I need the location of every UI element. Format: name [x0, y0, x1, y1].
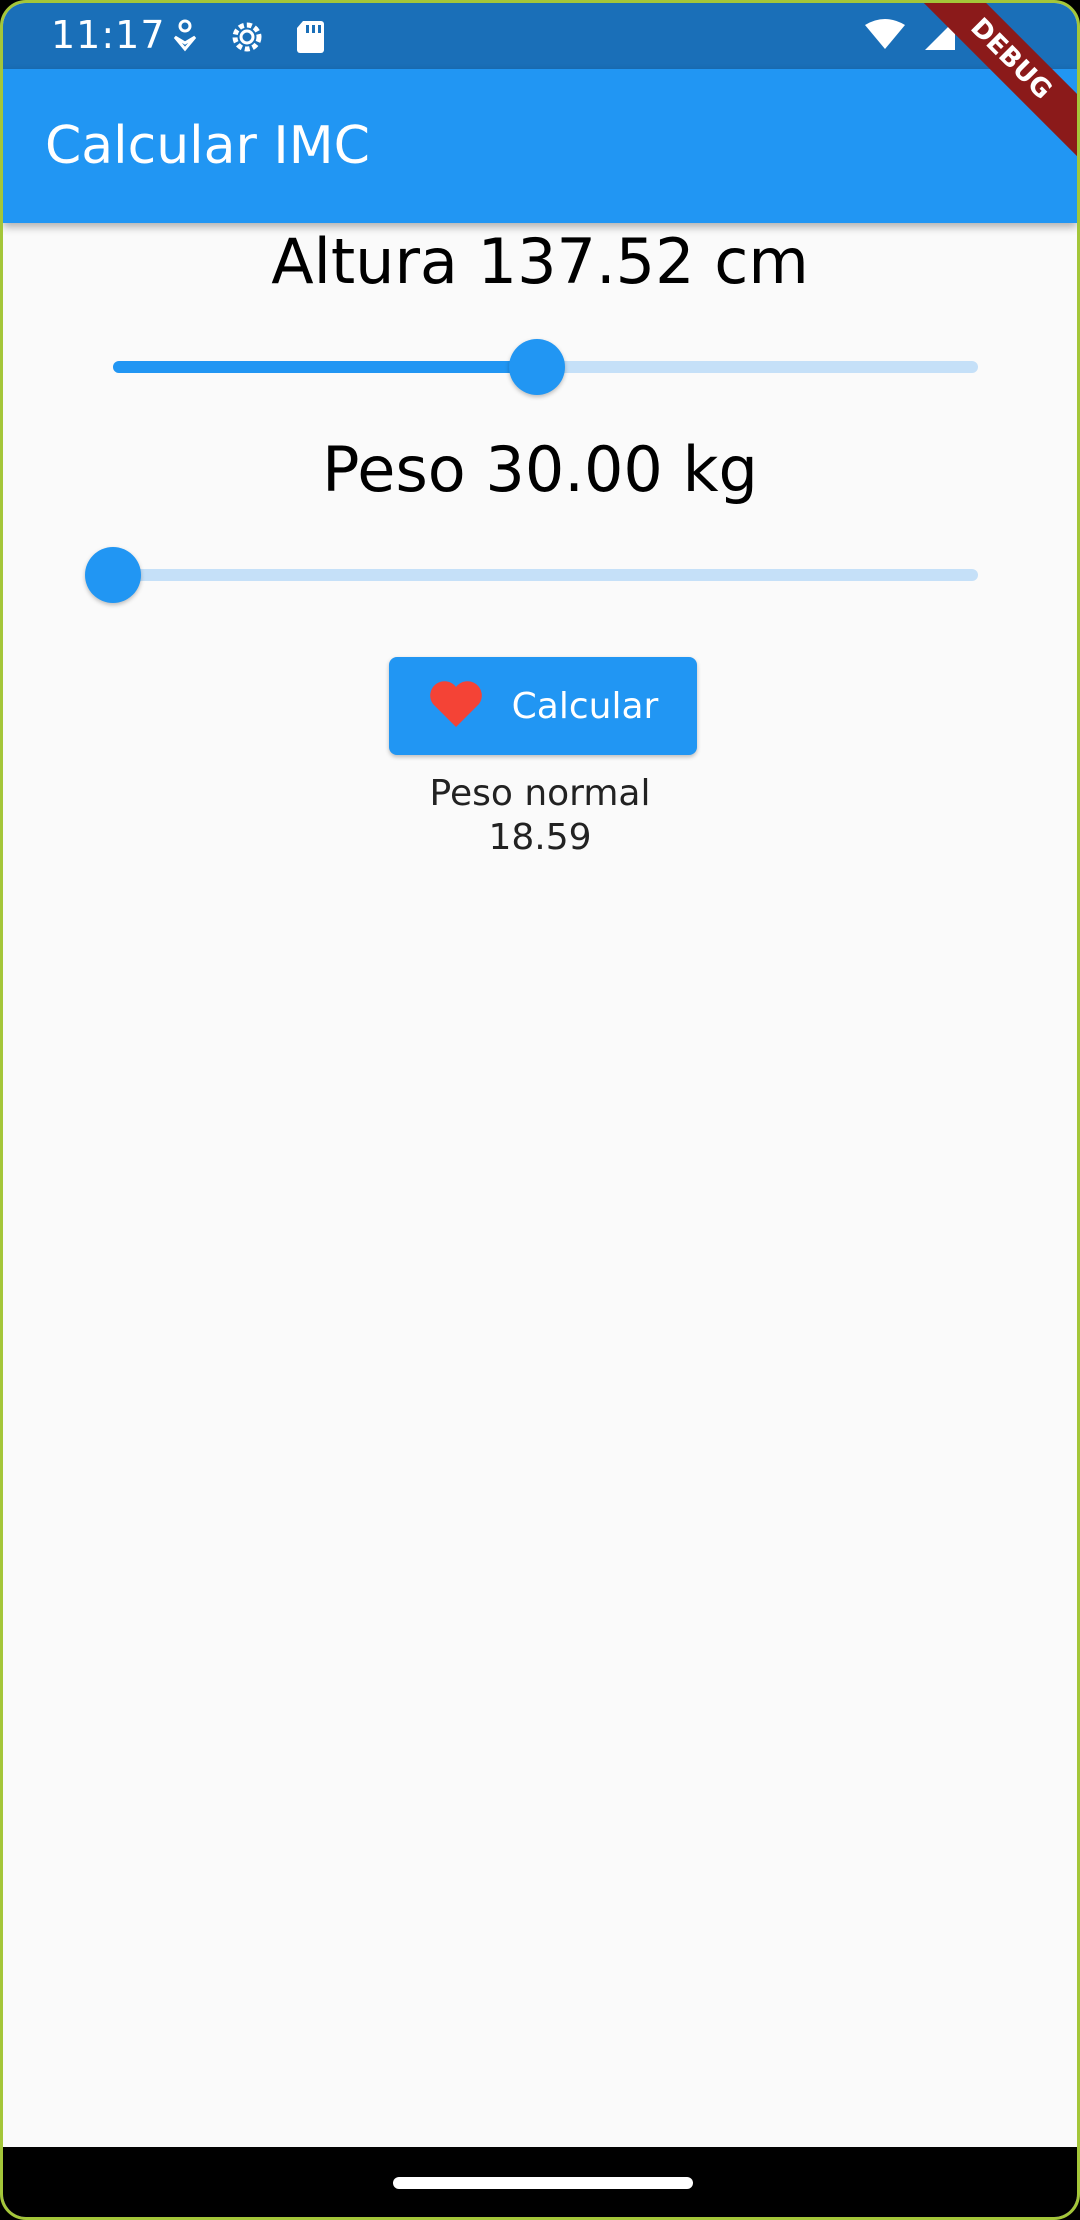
altura-label: Altura 137.52 cm [271, 225, 809, 298]
system-nav-bar [3, 2147, 1077, 2217]
altura-slider-thumb[interactable] [508, 339, 565, 395]
status-time: 11:17 [51, 13, 166, 57]
peso-slider-thumb[interactable] [85, 547, 141, 603]
settings-gear-icon [227, 17, 267, 61]
status-bar: 11:17 [3, 3, 1077, 69]
altura-slider-fill [113, 361, 537, 373]
home-gesture-handle[interactable] [393, 2177, 693, 2189]
accessibility-icon [171, 19, 199, 59]
status-icons-left [171, 17, 325, 61]
page-title: Calcular IMC [45, 116, 370, 176]
peso-slider-track [113, 569, 978, 581]
app-bar: Calcular IMC [3, 69, 1077, 223]
sd-card-icon [295, 19, 325, 59]
calcular-button-label: Calcular [511, 685, 659, 727]
wifi-icon [865, 19, 905, 55]
heart-icon [428, 679, 484, 733]
altura-slider[interactable] [113, 337, 978, 397]
calcular-button[interactable]: Calcular [389, 657, 697, 755]
result-value: 18.59 [488, 817, 592, 858]
phone-screen: 11:17 Calcular IMC DEBUG Altura 137.52 c… [0, 0, 1080, 2220]
peso-label: Peso 30.00 kg [322, 433, 758, 506]
peso-slider[interactable] [85, 545, 978, 605]
result-category: Peso normal [429, 773, 651, 814]
